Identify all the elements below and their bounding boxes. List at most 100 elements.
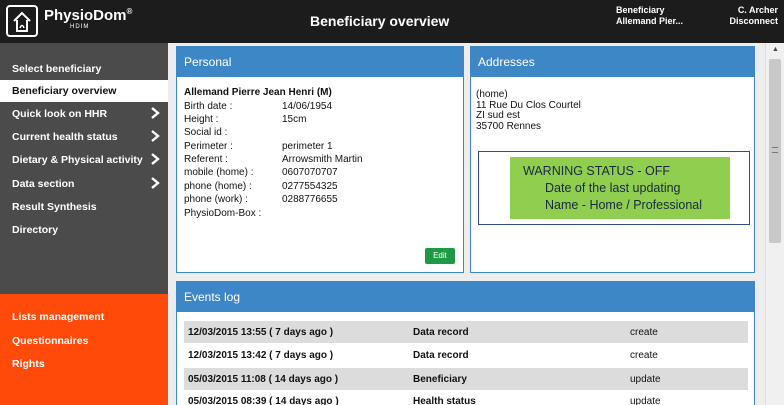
events-log-title: Events log bbox=[177, 282, 754, 312]
event-action: update bbox=[630, 374, 661, 385]
sidebar-item-label: Data section bbox=[12, 178, 75, 190]
address-line: (home) bbox=[476, 89, 508, 100]
sidebar-navigation: Select beneficiary Beneficiary overview … bbox=[0, 43, 168, 294]
sidebar-item-select-beneficiary[interactable]: Select beneficiary bbox=[0, 58, 168, 80]
sidebar-item-directory[interactable]: Directory bbox=[0, 219, 168, 241]
event-type: Data record bbox=[413, 327, 469, 338]
sidebar-item-questionnaires[interactable]: Questionnaires bbox=[0, 330, 168, 352]
field-value: 15cm bbox=[282, 114, 307, 125]
disconnect-link[interactable]: Disconnect bbox=[722, 16, 778, 27]
field-label: Birth date : bbox=[184, 101, 233, 112]
sidebar-item-label: Select beneficiary bbox=[12, 63, 102, 75]
edit-button[interactable]: Edit bbox=[425, 248, 455, 264]
sidebar-item-label: Directory bbox=[12, 224, 59, 236]
personal-field-row: Height : 15cm bbox=[184, 114, 454, 125]
sidebar-item-quick-look-hhr[interactable]: Quick look on HHR bbox=[0, 103, 168, 125]
address-line: ZI sud est bbox=[476, 110, 520, 121]
house-logo-icon bbox=[6, 5, 38, 37]
user-info: C. Archer Disconnect bbox=[722, 5, 778, 27]
field-label: mobile (home) : bbox=[184, 167, 254, 178]
beneficiary-name: Allemand Pier... bbox=[616, 16, 684, 26]
field-value: 0277554325 bbox=[282, 181, 338, 192]
personal-panel: Personal Allemand Pierre Jean Henri (M) … bbox=[176, 46, 464, 273]
sidebar-item-label: Result Synthesis bbox=[12, 201, 97, 213]
sidebar: Select beneficiary Beneficiary overview … bbox=[0, 43, 168, 405]
sidebar-item-current-health-status[interactable]: Current health status bbox=[0, 126, 168, 148]
top-bar: PhysioDom® HDIM Beneficiary overview Ben… bbox=[0, 0, 784, 43]
user-name: C. Archer bbox=[737, 5, 778, 15]
personal-field-row: Perimeter : perimeter 1 bbox=[184, 141, 454, 152]
event-row[interactable]: 12/03/2015 13:55 ( 7 days ago ) Data rec… bbox=[184, 321, 748, 343]
sidebar-item-data-section[interactable]: Data section bbox=[0, 173, 168, 195]
event-type: Data record bbox=[413, 350, 469, 361]
sidebar-item-label: Quick look on HHR bbox=[12, 108, 108, 120]
sidebar-item-lists-management[interactable]: Lists management bbox=[0, 306, 168, 328]
personal-field-row: Birth date : 14/06/1954 bbox=[184, 101, 454, 112]
sidebar-item-label: Beneficiary overview bbox=[12, 85, 117, 97]
current-beneficiary: Beneficiary Allemand Pier... bbox=[616, 5, 683, 27]
events-log-panel: Events log 12/03/2015 13:55 ( 7 days ago… bbox=[176, 281, 755, 405]
personal-field-row: PhysioDom-Box : bbox=[184, 208, 454, 219]
page-scrollbar[interactable]: ▲ bbox=[765, 43, 784, 405]
field-label: Social id : bbox=[184, 127, 228, 138]
chevron-right-icon bbox=[151, 177, 160, 189]
event-action: create bbox=[630, 327, 658, 338]
event-date: 12/03/2015 13:55 ( 7 days ago ) bbox=[188, 327, 334, 338]
warning-status-note: WARNING STATUS - OFF Date of the last up… bbox=[510, 157, 730, 219]
personal-field-row: mobile (home) : 0607070707 bbox=[184, 167, 454, 178]
field-label: Perimeter : bbox=[184, 141, 233, 152]
field-value: 0607070707 bbox=[282, 167, 338, 178]
sidebar-item-dietary-physical-activity[interactable]: Dietary & Physical activity bbox=[0, 149, 168, 171]
chevron-right-icon bbox=[151, 107, 160, 119]
event-date: 05/03/2015 11:08 ( 14 days ago ) bbox=[188, 374, 339, 385]
last-updating-line: Date of the last updating bbox=[545, 181, 681, 195]
sidebar-item-label: Dietary & Physical activity bbox=[12, 154, 143, 166]
warning-status-line: WARNING STATUS - OFF bbox=[523, 164, 670, 178]
app-logo[interactable]: PhysioDom® HDIM bbox=[6, 5, 156, 37]
event-action: update bbox=[630, 396, 661, 405]
addresses-panel-title: Addresses bbox=[471, 47, 754, 77]
chevron-right-icon bbox=[151, 130, 160, 142]
event-row[interactable]: 05/03/2015 11:08 ( 14 days ago ) Benefic… bbox=[184, 368, 748, 390]
scrollbar-grip-icon bbox=[772, 147, 778, 153]
logo-text: PhysioDom® bbox=[44, 7, 133, 24]
field-value: 0288776655 bbox=[282, 194, 338, 205]
sidebar-item-label: Lists management bbox=[12, 311, 105, 323]
chevron-right-icon bbox=[151, 153, 160, 165]
address-line: 35700 Rennes bbox=[476, 120, 542, 132]
personal-panel-title: Personal bbox=[177, 47, 463, 77]
field-value: 14/06/1954 bbox=[282, 101, 333, 112]
field-label: phone (home) : bbox=[184, 181, 252, 192]
sidebar-item-label: Current health status bbox=[12, 131, 118, 143]
personal-field-row: phone (home) : 0277554325 bbox=[184, 181, 454, 192]
name-home-professional-line: Name - Home / Professional bbox=[545, 198, 703, 212]
event-type: Health status bbox=[413, 396, 476, 405]
home-address: (home) 11 Rue Du Clos Courtel ZI sud est… bbox=[476, 89, 581, 132]
sidebar-item-label: Questionnaires bbox=[12, 335, 89, 347]
event-date: 05/03/2015 08:39 ( 14 days ago ) bbox=[188, 396, 339, 405]
field-label: Referent : bbox=[184, 154, 228, 165]
field-value: perimeter 1 bbox=[282, 141, 333, 152]
event-type: Beneficiary bbox=[413, 374, 467, 385]
personal-field-row: phone (work) : 0288776655 bbox=[184, 194, 454, 205]
logo-subtitle: HDIM bbox=[70, 24, 90, 30]
field-label: Height : bbox=[184, 114, 219, 125]
sidebar-item-rights[interactable]: Rights bbox=[0, 353, 168, 375]
event-row[interactable]: 12/03/2015 13:42 ( 7 days ago ) Data rec… bbox=[184, 344, 748, 366]
event-row[interactable]: 05/03/2015 08:39 ( 14 days ago ) Health … bbox=[184, 390, 748, 405]
warning-status-box: WARNING STATUS - OFF Date of the last up… bbox=[478, 151, 750, 225]
sidebar-item-result-synthesis[interactable]: Result Synthesis bbox=[0, 196, 168, 218]
sidebar-item-beneficiary-overview[interactable]: Beneficiary overview bbox=[0, 80, 168, 102]
field-value: Arrowsmith Martin bbox=[282, 154, 363, 165]
personal-field-row: Referent : Arrowsmith Martin bbox=[184, 154, 454, 165]
event-action: create bbox=[630, 350, 658, 361]
field-label: PhysioDom-Box : bbox=[184, 208, 262, 219]
event-date: 12/03/2015 13:42 ( 7 days ago ) bbox=[188, 350, 334, 361]
scrollbar-thumb[interactable] bbox=[769, 59, 781, 243]
beneficiary-label: Beneficiary bbox=[616, 5, 665, 15]
personal-field-row: Social id : bbox=[184, 127, 454, 138]
addresses-panel: Addresses (home) 11 Rue Du Clos Courtel … bbox=[470, 46, 755, 273]
field-label: phone (work) : bbox=[184, 194, 248, 205]
scroll-up-arrow-icon[interactable]: ▲ bbox=[772, 46, 779, 53]
beneficiary-full-name: Allemand Pierre Jean Henri (M) bbox=[184, 87, 332, 98]
